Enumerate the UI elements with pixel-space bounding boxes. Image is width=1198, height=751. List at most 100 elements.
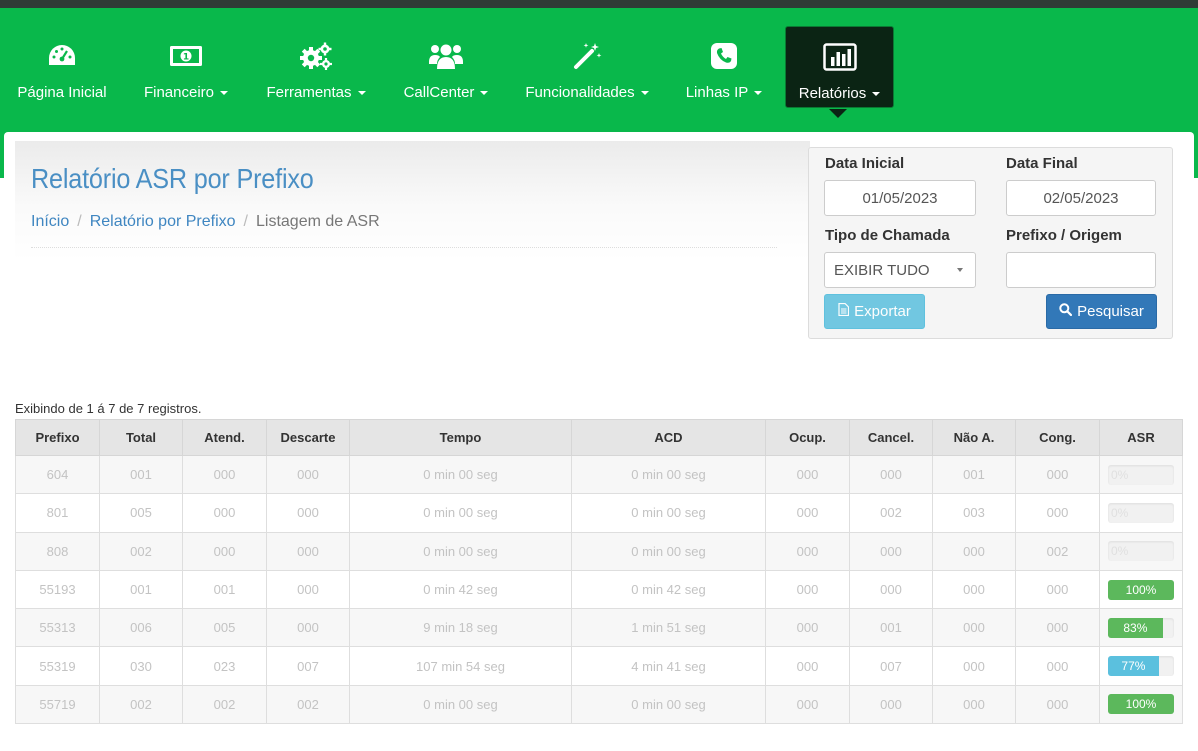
cell-prefixo[interactable]: 808 xyxy=(15,531,100,571)
cell-atend: 005 xyxy=(182,608,267,648)
export-button-label: Exportar xyxy=(854,303,911,320)
phone-icon xyxy=(710,40,738,72)
tipo-chamada-select[interactable]: EXIBIR TUDO xyxy=(824,252,976,288)
asr-progress: 0% xyxy=(1108,502,1174,523)
nav-item-relatorios[interactable]: Relatórios xyxy=(785,26,894,108)
cell-cancel: 007 xyxy=(849,646,933,686)
cell-total: 001 xyxy=(99,454,183,495)
nav-item-linhas-ip[interactable]: Linhas IP xyxy=(678,26,770,108)
search-button[interactable]: Pesquisar xyxy=(1046,294,1157,329)
page-header xyxy=(15,141,810,261)
breadcrumb-relatorio-prefixo[interactable]: Relatório por Prefixo xyxy=(90,213,236,230)
col-ocup[interactable]: Ocup. xyxy=(765,419,850,456)
gears-icon xyxy=(299,40,333,72)
col-cong[interactable]: Cong. xyxy=(1015,419,1100,456)
active-nav-arrow xyxy=(829,109,847,118)
file-text-icon xyxy=(838,302,850,320)
cell-asr: 77% xyxy=(1099,646,1183,686)
cell-descarte: 007 xyxy=(266,646,350,686)
cell-acd: 0 min 00 seg xyxy=(571,454,766,495)
cell-total: 030 xyxy=(99,646,183,686)
cell-prefixo[interactable]: 55193 xyxy=(15,569,100,610)
cell-prefixo[interactable]: 55313 xyxy=(15,608,100,648)
cell-asr: 100% xyxy=(1099,684,1183,725)
cell-cancel: 000 xyxy=(849,569,933,610)
col-nao-atendidas[interactable]: Não A. xyxy=(932,419,1016,456)
data-inicial-input[interactable]: 01/05/2023 xyxy=(824,180,976,216)
asr-progress-bar: 100% xyxy=(1108,694,1174,715)
nav-item-callcenter[interactable]: CallCenter xyxy=(395,26,497,108)
col-tempo[interactable]: Tempo xyxy=(349,419,572,456)
col-acd[interactable]: ACD xyxy=(571,419,766,456)
col-descarte[interactable]: Descarte xyxy=(266,419,350,456)
cell-atend: 002 xyxy=(182,684,267,725)
chevron-down-icon xyxy=(357,91,366,96)
nav-item-ferramentas[interactable]: Ferramentas xyxy=(257,26,375,108)
cell-descarte: 000 xyxy=(266,569,350,610)
cell-descarte: 000 xyxy=(266,493,350,533)
chevron-down-icon xyxy=(640,91,649,96)
breadcrumb: Início / Relatório por Prefixo / Listagem de… xyxy=(31,213,380,231)
col-asr[interactable]: ASR xyxy=(1099,419,1183,456)
cell-tempo: 0 min 42 seg xyxy=(349,569,572,610)
cell-asr: 0% xyxy=(1099,493,1183,533)
export-button[interactable]: Exportar xyxy=(824,294,925,329)
table-header-row: Prefixo Total Atend. Descarte Tempo ACD … xyxy=(15,419,1183,456)
table-row: 55193 001 001 000 0 min 42 seg 0 min 42 … xyxy=(15,569,1183,610)
asr-progress-bar: 0% xyxy=(1111,467,1129,482)
col-total[interactable]: Total xyxy=(99,419,183,456)
nav-item-funcionalidades[interactable]: Funcionalidades xyxy=(516,26,658,108)
cell-acd: 1 min 51 seg xyxy=(571,608,766,648)
asr-progress-bar: 100% xyxy=(1108,579,1174,600)
asr-table: Prefixo Total Atend. Descarte Tempo ACD … xyxy=(15,419,1183,725)
cell-total: 001 xyxy=(99,569,183,610)
cell-acd: 0 min 42 seg xyxy=(571,569,766,610)
breadcrumb-separator: / xyxy=(243,213,248,230)
cell-atend: 000 xyxy=(182,493,267,533)
cell-total: 005 xyxy=(99,493,183,533)
page-title: Relatório ASR por Prefixo xyxy=(31,163,314,194)
cell-prefixo[interactable]: 55719 xyxy=(15,684,100,725)
cell-acd: 0 min 00 seg xyxy=(571,531,766,571)
money-bill-icon: 1 xyxy=(169,40,203,72)
nav-label-linhas-ip: Linhas IP xyxy=(685,84,749,101)
cell-tempo: 0 min 00 seg xyxy=(349,531,572,571)
nav-item-home[interactable]: Página Inicial xyxy=(8,26,116,108)
col-cancel[interactable]: Cancel. xyxy=(849,419,933,456)
prefixo-origem-input[interactable] xyxy=(1006,252,1156,288)
cell-tempo: 0 min 00 seg xyxy=(349,684,572,725)
breadcrumb-current: Listagem de ASR xyxy=(256,213,380,230)
asr-progress: 0% xyxy=(1108,541,1174,562)
asr-progress: 0% xyxy=(1108,464,1174,485)
col-prefixo[interactable]: Prefixo xyxy=(15,419,100,456)
breadcrumb-inicio[interactable]: Início xyxy=(31,213,69,230)
table-row: 808 002 000 000 0 min 00 seg 0 min 00 se… xyxy=(15,531,1183,571)
chevron-down-icon xyxy=(220,91,229,96)
cell-cong: 000 xyxy=(1015,454,1100,495)
table-row: 604 001 000 000 0 min 00 seg 0 min 00 se… xyxy=(15,454,1183,495)
breadcrumb-separator: / xyxy=(77,213,82,230)
asr-progress: 100% xyxy=(1108,694,1174,715)
tipo-chamada-selected: EXIBIR TUDO xyxy=(834,261,930,279)
cell-prefixo[interactable]: 801 xyxy=(15,493,100,533)
col-atend[interactable]: Atend. xyxy=(182,419,267,456)
cell-cancel: 000 xyxy=(849,531,933,571)
tipo-chamada-label: Tipo de Chamada xyxy=(825,227,950,244)
nav-item-financeiro[interactable]: 1 Financeiro xyxy=(135,26,237,108)
cell-nao-atendidas: 003 xyxy=(932,493,1016,533)
chevron-down-icon xyxy=(754,91,763,96)
cell-ocup: 000 xyxy=(765,608,850,648)
cell-total: 002 xyxy=(99,684,183,725)
cell-cong: 000 xyxy=(1015,569,1100,610)
cell-cong: 002 xyxy=(1015,531,1100,571)
cell-descarte: 000 xyxy=(266,608,350,648)
cell-prefixo[interactable]: 604 xyxy=(15,454,100,495)
prefixo-origem-label: Prefixo / Origem xyxy=(1006,227,1122,244)
cell-acd: 0 min 00 seg xyxy=(571,493,766,533)
bar-chart-icon xyxy=(822,41,857,73)
cell-prefixo[interactable]: 55319 xyxy=(15,646,100,686)
cell-nao-atendidas: 000 xyxy=(932,569,1016,610)
cell-asr: 0% xyxy=(1099,454,1183,495)
cell-ocup: 000 xyxy=(765,493,850,533)
data-final-input[interactable]: 02/05/2023 xyxy=(1006,180,1156,216)
